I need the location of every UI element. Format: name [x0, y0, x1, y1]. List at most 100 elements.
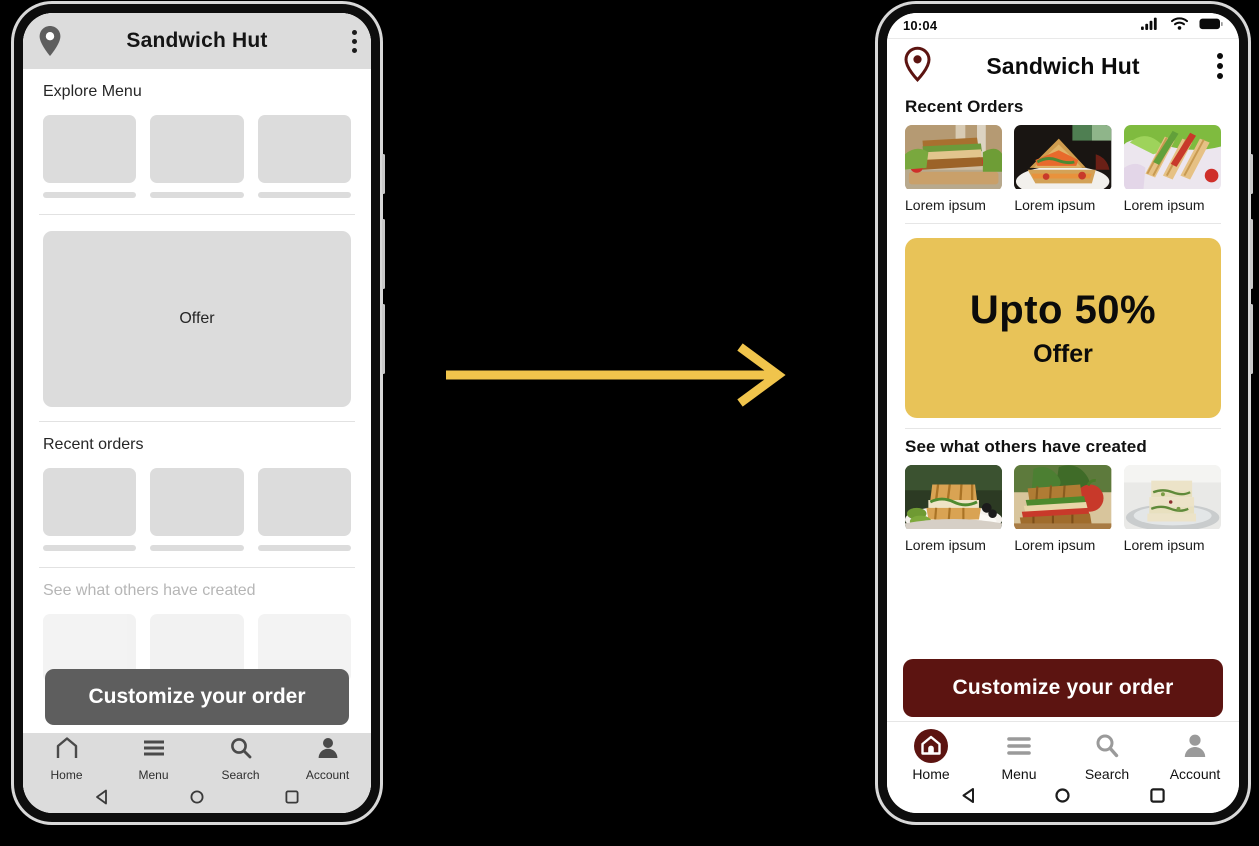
community-caption: Lorem ipsum	[1014, 537, 1096, 553]
hifi-screen: 10:04 Sandwich Hut Recent Orders Lorem i…	[887, 13, 1239, 813]
image-placeholder	[150, 468, 244, 536]
tab-label: Home	[912, 765, 950, 782]
section-title: Recent Orders	[905, 97, 1024, 116]
wireframe-card[interactable]	[43, 115, 137, 198]
tab-label: Search	[1084, 765, 1130, 782]
wireframe-card[interactable]	[257, 468, 351, 551]
offer-label: Offer	[179, 310, 215, 327]
android-home-icon[interactable]	[1053, 786, 1072, 810]
community-caption: Lorem ipsum	[1123, 537, 1205, 553]
home-icon	[54, 736, 80, 765]
section-community: See what others have created Lorem ipsum…	[887, 429, 1239, 553]
phone-volume-button	[1250, 219, 1253, 289]
comparison-canvas: Sandwich Hut Explore Menu Offer Recent o…	[0, 0, 1259, 846]
location-pin-icon[interactable]	[37, 25, 63, 57]
android-back-icon[interactable]	[93, 788, 111, 811]
android-navbar	[887, 784, 1239, 812]
tab-label: Home	[50, 768, 83, 782]
home-icon	[913, 728, 949, 763]
account-icon	[1181, 729, 1209, 763]
battery-icon	[1199, 17, 1223, 35]
tab-label: Menu	[138, 768, 169, 782]
section-title: Recent orders	[43, 436, 144, 453]
text-placeholder-bar	[43, 545, 137, 551]
account-icon	[315, 736, 341, 765]
order-card[interactable]: Lorem ipsum	[905, 125, 1003, 213]
android-recents-icon[interactable]	[283, 788, 301, 811]
order-caption: Lorem ipsum	[1014, 197, 1096, 213]
customize-order-button[interactable]: Customize your order	[45, 669, 349, 725]
community-card[interactable]: Lorem ipsum	[1123, 465, 1221, 553]
tab-account[interactable]: Account	[1151, 726, 1239, 784]
text-placeholder-bar	[150, 192, 244, 198]
phone-side-button	[382, 154, 385, 194]
image-placeholder	[257, 468, 351, 536]
veggie-sandwich-photo	[905, 125, 1003, 191]
hifi-phone-mockup: 10:04 Sandwich Hut Recent Orders Lorem i…	[878, 4, 1253, 822]
phone-power-button	[382, 304, 385, 374]
turkey-sandwich-photo	[1014, 465, 1112, 531]
wireframe-offer-banner[interactable]: Offer	[43, 231, 351, 407]
text-placeholder-bar	[257, 192, 351, 198]
wireframe-card-row	[43, 468, 351, 551]
tab-search[interactable]: Search	[197, 733, 284, 785]
text-placeholder-bar	[257, 545, 351, 551]
status-time: 10:04	[903, 18, 938, 33]
android-back-icon[interactable]	[959, 786, 978, 810]
club-sandwich-photo	[1123, 125, 1221, 191]
wireframe-section-community: See what others have created	[23, 568, 371, 682]
panini-sandwich-photo	[905, 465, 1003, 531]
page-title: Sandwich Hut	[986, 52, 1140, 79]
wifi-icon	[1171, 16, 1188, 35]
more-vertical-icon[interactable]	[352, 29, 357, 53]
more-vertical-icon[interactable]	[1217, 53, 1223, 79]
wireframe-card[interactable]	[257, 115, 351, 198]
section-divider	[39, 214, 355, 215]
tab-home[interactable]: Home	[23, 733, 110, 785]
tab-menu[interactable]: Menu	[975, 726, 1063, 784]
app-bar: Sandwich Hut	[887, 39, 1239, 93]
order-card[interactable]: Lorem ipsum	[1123, 125, 1221, 213]
wireframe-section-explore-menu: Explore Menu	[23, 69, 371, 208]
tab-label: Account	[1169, 765, 1221, 782]
offer-banner[interactable]: Upto 50% Offer	[905, 238, 1221, 418]
customize-order-label: Customize your order	[952, 676, 1174, 699]
order-caption: Lorem ipsum	[905, 197, 986, 213]
text-placeholder-bar	[150, 545, 244, 551]
menu-icon	[1005, 729, 1033, 763]
section-title: See what others have created	[905, 437, 1147, 456]
wireframe-card[interactable]	[150, 468, 244, 551]
tab-account[interactable]: Account	[284, 733, 371, 785]
tab-search[interactable]: Search	[1063, 726, 1151, 784]
android-recents-icon[interactable]	[1148, 786, 1167, 810]
section-recent-orders: Recent Orders Lorem ipsum Lorem ipsum Lo…	[887, 93, 1239, 213]
wireframe-card-row	[43, 115, 351, 198]
app-content: Recent Orders Lorem ipsum Lorem ipsum Lo…	[887, 93, 1239, 721]
phone-side-button	[1250, 154, 1253, 194]
wireframe-tabbar: Home Menu Search Account	[23, 733, 371, 813]
community-caption: Lorem ipsum	[905, 537, 986, 553]
android-home-icon[interactable]	[188, 788, 206, 811]
recent-orders-row: Lorem ipsum Lorem ipsum Lorem ipsum	[905, 125, 1221, 213]
wireframe-card[interactable]	[150, 115, 244, 198]
page-title: Sandwich Hut	[126, 29, 268, 52]
community-row: Lorem ipsum Lorem ipsum Lorem ipsum	[905, 465, 1221, 553]
offer-subline: Offer	[1033, 339, 1093, 368]
bottom-tab-bar: Home Menu Search Account	[887, 721, 1239, 813]
image-placeholder	[150, 115, 244, 183]
wireframe-appbar: Sandwich Hut	[23, 13, 371, 69]
phone-power-button	[1250, 304, 1253, 374]
offer-headline: Upto 50%	[969, 287, 1157, 332]
order-card[interactable]: Lorem ipsum	[1014, 125, 1112, 213]
customize-order-button[interactable]: Customize your order	[903, 659, 1223, 717]
flow-arrow	[446, 343, 786, 407]
search-icon	[228, 736, 254, 765]
community-card[interactable]: Lorem ipsum	[905, 465, 1003, 553]
community-card[interactable]: Lorem ipsum	[1014, 465, 1112, 553]
customize-order-label: Customize your order	[88, 685, 306, 708]
section-divider	[905, 223, 1221, 224]
tab-home[interactable]: Home	[887, 726, 975, 784]
tab-menu[interactable]: Menu	[110, 733, 197, 785]
menu-icon	[141, 736, 167, 765]
wireframe-card[interactable]	[43, 468, 137, 551]
